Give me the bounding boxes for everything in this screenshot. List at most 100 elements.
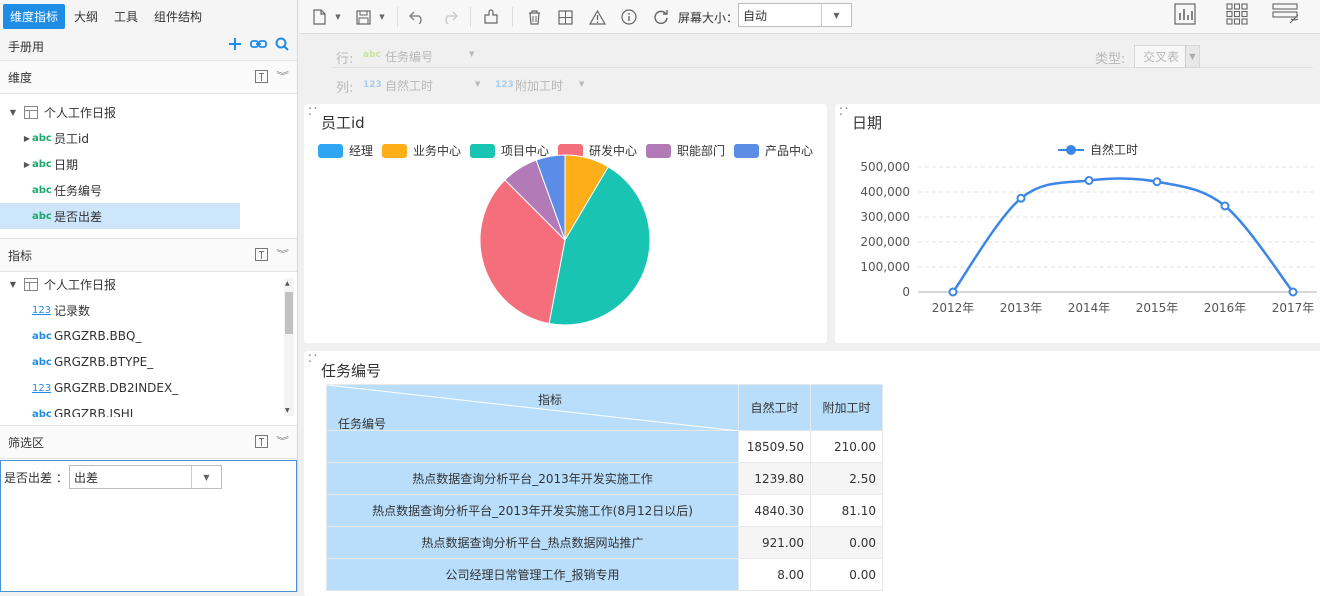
number-type-icon: 123 — [32, 382, 52, 394]
data-point — [1152, 177, 1162, 187]
double-chevron-down-icon[interactable]: ︾ — [276, 250, 289, 259]
save-icon[interactable] — [355, 7, 371, 27]
layout-icon[interactable] — [557, 7, 573, 27]
type-select[interactable]: 交叉表 ▼ — [1134, 45, 1200, 68]
grid-view-icon[interactable] — [1225, 3, 1249, 25]
tab-component-structure[interactable]: 组件结构 — [147, 4, 209, 29]
filter-combo[interactable]: 出差 ▼ — [69, 465, 222, 489]
data-point — [1288, 287, 1298, 297]
y-tick-label: 0 — [902, 285, 910, 299]
tree-root-dimension[interactable]: ▼ 个人工作日报 — [0, 99, 297, 125]
dimension-item[interactable]: abc 任务编号 — [0, 177, 297, 203]
collapse-all-icon[interactable] — [254, 70, 268, 83]
x-tick-label: 2016年 — [1204, 301, 1247, 315]
corner-top-label: 指标 — [538, 393, 563, 407]
col-field[interactable]: 附加工时 — [515, 77, 563, 94]
x-tick-label: 2017年 — [1272, 301, 1315, 315]
warning-icon[interactable] — [588, 7, 606, 27]
column-header[interactable]: 附加工时 — [810, 384, 883, 431]
expand-down-icon[interactable]: ▼ — [8, 108, 18, 117]
value-cell: 2.50 — [810, 462, 883, 495]
collapse-all-icon[interactable] — [254, 435, 268, 448]
row-header[interactable]: 热点数据查询分析平台_2013年开发实施工作(8月12日以后) — [326, 494, 739, 527]
row-header[interactable]: 热点数据查询分析平台_2013年开发实施工作 — [326, 462, 739, 495]
dropdown-arrow-icon[interactable]: ▼ — [821, 4, 851, 26]
tree-root-measure[interactable]: ▼ 个人工作日报 — [0, 271, 282, 297]
measure-item[interactable]: abc GRGZRB.BBQ_ — [0, 323, 282, 349]
row-label: 行: — [336, 52, 354, 67]
tab-outline[interactable]: 大纲 — [67, 4, 105, 29]
table-row: 热点数据查询分析平台_热点数据网站推广 921.00 0.00 — [326, 526, 883, 559]
scroll-thumb[interactable] — [285, 292, 293, 334]
scroll-down-icon[interactable]: ▼ — [285, 407, 290, 414]
measure-item[interactable]: abc GRGZRB.ISHJ — [0, 401, 282, 417]
add-icon[interactable] — [228, 37, 242, 51]
text-type-icon: abc — [32, 408, 52, 418]
corner-bottom-label: 任务编号 — [338, 417, 387, 431]
x-tick-label: 2014年 — [1068, 301, 1111, 315]
tab-tools[interactable]: 工具 — [107, 4, 145, 29]
measure-tree: ▼ 个人工作日报 123 记录数 abc GRGZRB.BBQ_ abc GRG… — [0, 271, 282, 417]
expand-down-icon[interactable]: ▼ — [8, 280, 18, 289]
measure-scrollbar[interactable]: ▲ ▼ — [284, 278, 294, 416]
redo-icon[interactable] — [440, 7, 460, 27]
corner-header-cell: 指标 任务编号 — [326, 384, 739, 431]
search-icon[interactable] — [275, 37, 289, 51]
col-field[interactable]: 自然工时 — [385, 77, 433, 94]
row-field-dropdown-icon[interactable]: ▼ — [469, 50, 474, 58]
pie-chart-widget[interactable]: ⠂⠂ ⠂ 员工id 经理 业务中心 项目中心 研发中心 职能部门 产品中心 — [304, 104, 827, 343]
new-file-icon[interactable] — [311, 7, 327, 27]
value-cell: 0.00 — [810, 526, 883, 559]
row-field[interactable]: 任务编号 — [385, 48, 433, 65]
row-header[interactable] — [326, 430, 739, 463]
left-panel: 维度指标 大纲 工具 组件结构 手册用 维度 ︾ ▼ 个人工作日报 ▶ abc … — [0, 0, 298, 592]
measure-item[interactable]: abc GRGZRB.BTYPE_ — [0, 349, 282, 375]
scroll-up-icon[interactable]: ▲ — [285, 280, 290, 287]
y-tick-label: 200,000 — [860, 235, 910, 249]
drag-handle-icon[interactable]: ⠂⠂ ⠂ — [308, 353, 320, 368]
row-header[interactable]: 热点数据查询分析平台_热点数据网站推广 — [326, 526, 739, 559]
double-chevron-down-icon[interactable]: ︾ — [276, 72, 289, 81]
filter-section-header: 筛选区 ︾ — [0, 425, 297, 459]
row-header[interactable]: 公司经理日常管理工作_报销专用 — [326, 558, 739, 591]
dimension-item[interactable]: ▶ abc 员工id — [0, 125, 297, 151]
y-tick-label: 400,000 — [860, 185, 910, 199]
col-field-dropdown-icon[interactable]: ▼ — [475, 80, 480, 88]
column-header[interactable]: 自然工时 — [738, 384, 811, 431]
widget-title: 任务编号 — [321, 362, 382, 380]
table-header-row: 指标 任务编号 自然工时 附加工时 — [326, 384, 883, 431]
expand-right-icon[interactable]: ▶ — [22, 160, 32, 169]
datasource-name[interactable]: 手册用 — [8, 38, 44, 55]
link-icon[interactable] — [250, 37, 267, 51]
dropdown-arrow-icon[interactable]: ▼ — [1185, 46, 1199, 67]
measure-item[interactable]: 123 GRGZRB.DB2INDEX_ — [0, 375, 282, 401]
crosstab-table: 指标 任务编号 自然工时 附加工时 18509.50 210.00 热点数据查询… — [326, 384, 883, 591]
value-cell: 0.00 — [810, 558, 883, 591]
series-line — [951, 177, 1294, 293]
delete-icon[interactable] — [526, 7, 542, 27]
col-field-dropdown-icon[interactable]: ▼ — [579, 80, 584, 88]
new-dropdown-icon[interactable]: ▼ — [333, 7, 343, 27]
table-icon — [24, 105, 38, 119]
double-chevron-down-icon[interactable]: ︾ — [276, 437, 289, 446]
refresh-icon[interactable] — [652, 7, 670, 27]
table-row: 热点数据查询分析平台_2013年开发实施工作 1239.80 2.50 — [326, 462, 883, 495]
screen-size-select[interactable]: 自动 ▼ — [738, 3, 852, 27]
tab-dimension-measure[interactable]: 维度指标 — [3, 3, 66, 29]
dimension-item[interactable]: ▶ abc 日期 — [0, 151, 297, 177]
measure-section-title: 指标 — [8, 248, 33, 263]
measure-item[interactable]: 123 记录数 — [0, 297, 282, 323]
crosstab-widget[interactable]: ⠂⠂ ⠂ 任务编号 指标 任务编号 自然工时 附加工时 18509.50 210.… — [304, 351, 1320, 596]
undo-icon[interactable] — [407, 7, 427, 27]
hide-panel-icon[interactable] — [1271, 3, 1301, 24]
line-chart-widget[interactable]: ⠂⠂ ⠂ 日期 自然工时 0 100,000 200,000 300,000 400,00… — [835, 104, 1320, 343]
puzzle-icon[interactable] — [482, 7, 500, 27]
save-dropdown-icon[interactable]: ▼ — [377, 7, 387, 27]
chart-view-icon[interactable] — [1173, 3, 1197, 25]
info-icon[interactable] — [620, 7, 638, 27]
dropdown-arrow-icon[interactable]: ▼ — [191, 466, 221, 488]
expand-right-icon[interactable]: ▶ — [22, 134, 32, 143]
dimension-item-selected[interactable]: abc 是否出差 — [0, 203, 240, 229]
filter-section-title: 筛选区 — [8, 435, 45, 450]
collapse-all-icon[interactable] — [254, 248, 268, 261]
